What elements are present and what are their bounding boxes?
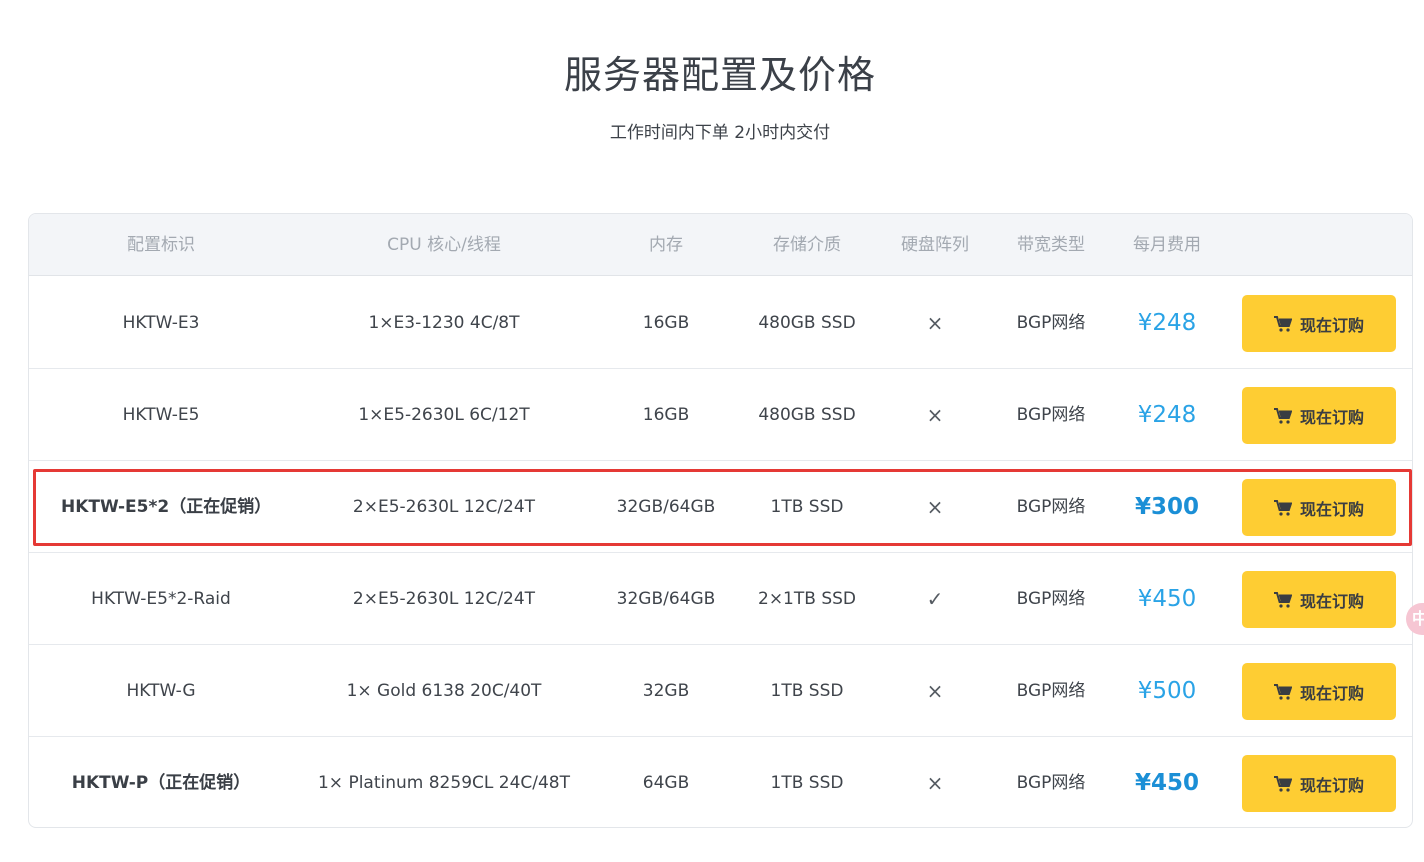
cell-bandwidth: BGP网络 xyxy=(1016,313,1086,333)
cell-raid: ✓ xyxy=(926,587,944,611)
cell-storage: 2×1TB SSD xyxy=(758,589,856,609)
cell-price: ¥450 xyxy=(1137,586,1197,612)
col-header-raid: 硬盘阵列 xyxy=(901,235,969,255)
cell-memory: 32GB xyxy=(642,681,690,701)
cell-cpu: 1×E5-2630L 6C/12T xyxy=(358,405,530,425)
cell-id: HKTW-E5 xyxy=(122,405,200,425)
cart-icon xyxy=(1273,683,1292,700)
table-row: HKTW-P（正在促销） 1× Platinum 8259CL 24C/48T … xyxy=(29,737,1412,827)
cell-memory: 32GB/64GB xyxy=(616,589,716,609)
order-now-button[interactable]: 现在订购 xyxy=(1242,295,1396,352)
cell-price: ¥248 xyxy=(1137,310,1197,336)
page-title: 服务器配置及价格 xyxy=(563,53,876,97)
cell-cpu: 1× Gold 6138 20C/40T xyxy=(346,681,542,701)
cell-memory: 16GB xyxy=(642,405,690,425)
cell-raid: × xyxy=(926,771,944,795)
order-now-button[interactable]: 现在订购 xyxy=(1242,387,1396,444)
cart-icon xyxy=(1273,315,1292,332)
col-header-price: 每月费用 xyxy=(1133,235,1201,255)
col-header-memory: 内存 xyxy=(649,235,683,255)
cell-id: HKTW-P（正在促销） xyxy=(71,773,251,793)
order-now-label: 现在订购 xyxy=(1299,775,1364,795)
table-header: 配置标识 CPU 核心/线程 内存 存储介质 硬盘阵列 带宽类型 每月费用 xyxy=(29,214,1412,276)
order-now-button[interactable]: 现在订购 xyxy=(1242,755,1396,812)
order-now-label: 现在订购 xyxy=(1299,683,1364,703)
table-row: HKTW-E5*2-Raid 2×E5-2630L 12C/24T 32GB/6… xyxy=(29,553,1412,645)
cell-bandwidth: BGP网络 xyxy=(1016,773,1086,793)
cell-memory: 64GB xyxy=(642,773,690,793)
cell-id: HKTW-E3 xyxy=(122,313,200,333)
cell-id: HKTW-E5*2-Raid xyxy=(91,589,231,609)
pricing-page: 服务器配置及价格 工作时间内下单 2小时内交付 配置标识 CPU 核心/线程 内… xyxy=(0,0,1424,862)
order-now-button[interactable]: 现在订购 xyxy=(1242,571,1396,628)
table-row: HKTW-E5 1×E5-2630L 6C/12T 16GB 480GB SSD… xyxy=(29,369,1412,461)
cell-id: HKTW-G xyxy=(126,681,196,701)
col-header-cpu: CPU 核心/线程 xyxy=(387,235,501,255)
order-now-button[interactable]: 现在订购 xyxy=(1242,479,1396,536)
cell-bandwidth: BGP网络 xyxy=(1016,405,1086,425)
cell-storage: 480GB SSD xyxy=(758,313,856,333)
order-now-button[interactable]: 现在订购 xyxy=(1242,663,1396,720)
cell-memory: 16GB xyxy=(642,313,690,333)
order-now-label: 现在订购 xyxy=(1299,315,1364,335)
cart-icon xyxy=(1273,775,1292,792)
cell-price: ¥248 xyxy=(1137,402,1197,428)
cell-price: ¥450 xyxy=(1134,770,1199,796)
cell-bandwidth: BGP网络 xyxy=(1016,497,1086,517)
cell-storage: 1TB SSD xyxy=(770,497,844,517)
cell-price: ¥500 xyxy=(1137,678,1197,704)
cell-raid: × xyxy=(926,403,944,427)
col-header-bandwidth: 带宽类型 xyxy=(1017,235,1085,255)
cell-bandwidth: BGP网络 xyxy=(1016,681,1086,701)
cell-raid: × xyxy=(926,679,944,703)
cart-icon xyxy=(1273,499,1292,516)
cell-cpu: 2×E5-2630L 12C/24T xyxy=(352,497,536,517)
cell-bandwidth: BGP网络 xyxy=(1016,589,1086,609)
cell-storage: 480GB SSD xyxy=(758,405,856,425)
page-subtitle: 工作时间内下单 2小时内交付 xyxy=(609,123,831,143)
cell-storage: 1TB SSD xyxy=(770,773,844,793)
table-row: HKTW-E5*2（正在促销） 2×E5-2630L 12C/24T 32GB/… xyxy=(29,461,1412,553)
cell-cpu: 2×E5-2630L 12C/24T xyxy=(352,589,536,609)
order-now-label: 现在订购 xyxy=(1299,591,1364,611)
cell-id: HKTW-E5*2（正在促销） xyxy=(61,497,272,517)
cell-storage: 1TB SSD xyxy=(770,681,844,701)
cart-icon xyxy=(1273,407,1292,424)
cell-price: ¥300 xyxy=(1134,494,1199,520)
pricing-table: 配置标识 CPU 核心/线程 内存 存储介质 硬盘阵列 带宽类型 每月费用 HK… xyxy=(28,213,1413,828)
cell-raid: × xyxy=(926,495,944,519)
order-now-label: 现在订购 xyxy=(1299,499,1364,519)
cart-icon xyxy=(1273,591,1292,608)
col-header-id: 配置标识 xyxy=(127,235,195,255)
cell-raid: × xyxy=(926,311,944,335)
col-header-storage: 存储介质 xyxy=(773,235,841,255)
table-row: HKTW-E3 1×E3-1230 4C/8T 16GB 480GB SSD ×… xyxy=(29,277,1412,369)
cell-cpu: 1× Platinum 8259CL 24C/48T xyxy=(317,773,570,793)
cell-cpu: 1×E3-1230 4C/8T xyxy=(368,313,520,333)
cell-memory: 32GB/64GB xyxy=(616,497,716,517)
order-now-label: 现在订购 xyxy=(1299,407,1364,427)
table-row: HKTW-G 1× Gold 6138 20C/40T 32GB 1TB SSD… xyxy=(29,645,1412,737)
